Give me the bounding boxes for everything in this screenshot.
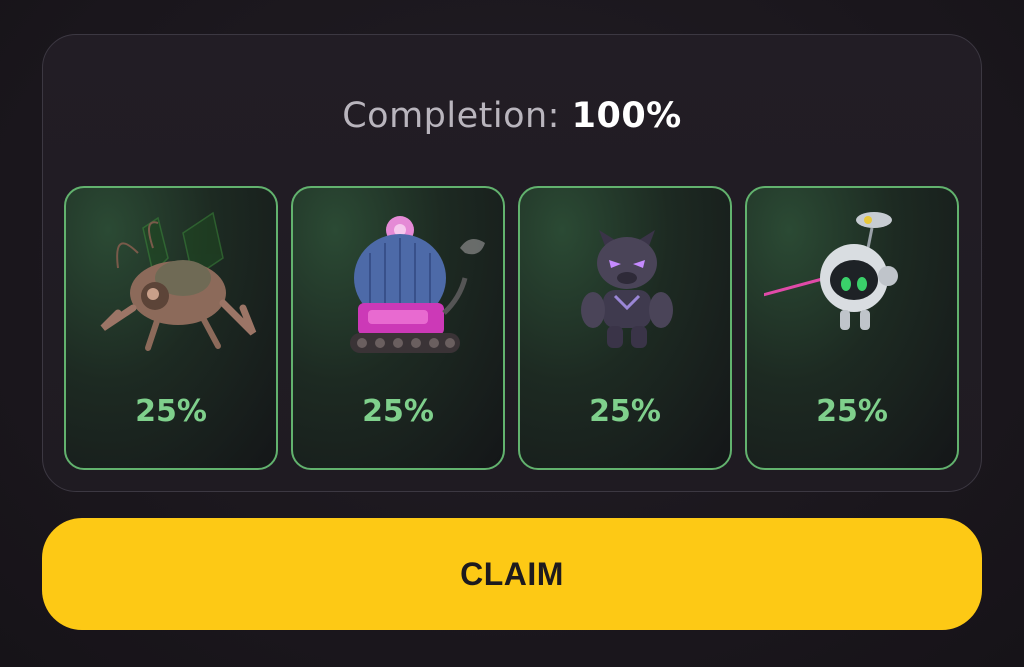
card-percent: 25%	[816, 394, 888, 429]
panther-icon	[581, 230, 673, 348]
card-percent: 25%	[589, 394, 661, 429]
completion-label: Completion:	[342, 96, 560, 136]
reward-card-panther[interactable]: 25%	[518, 186, 732, 470]
reward-card-bug[interactable]: 25%	[64, 186, 278, 470]
completion-value: 100%	[571, 96, 682, 136]
cactus-tank-icon	[350, 216, 485, 353]
bug-mech-icon	[100, 211, 257, 351]
claim-button[interactable]: CLAIM	[42, 518, 982, 630]
claim-button-label: CLAIM	[460, 555, 564, 592]
card-percent: 25%	[135, 394, 207, 429]
reward-screen: Completion: 100% 25% 25% 25% 25% CLAIM	[0, 0, 1024, 667]
reward-card-robot[interactable]: 25%	[745, 186, 959, 470]
robot-drone-icon	[764, 212, 898, 330]
completion-heading: Completion: 100%	[0, 96, 1024, 136]
reward-card-cactus[interactable]: 25%	[291, 186, 505, 470]
card-percent: 25%	[362, 394, 434, 429]
